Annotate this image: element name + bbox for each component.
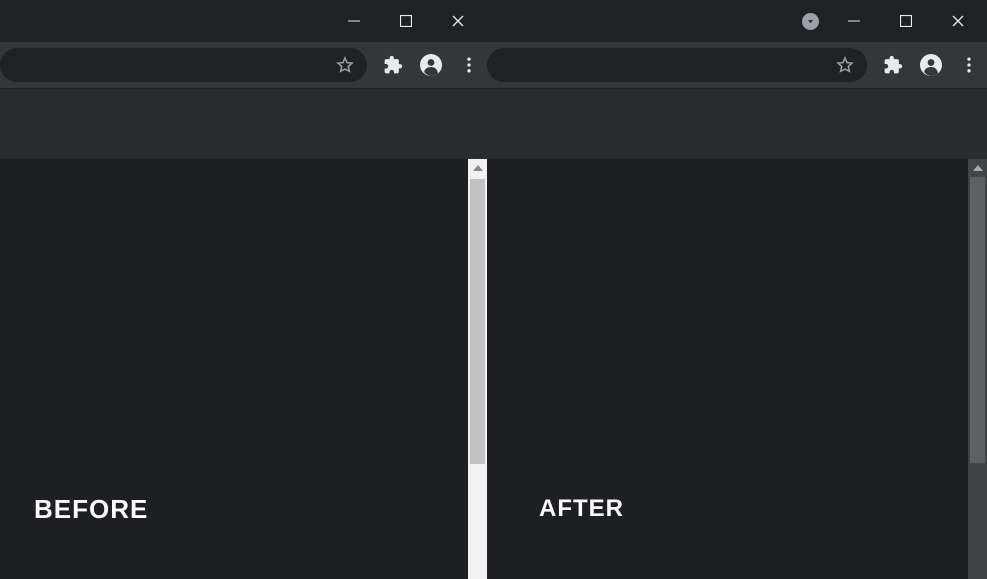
- bookmark-star-icon[interactable]: [333, 53, 357, 77]
- address-bar-left[interactable]: [0, 48, 367, 82]
- scroll-thumb-right[interactable]: [970, 177, 985, 463]
- extensions-icon[interactable]: [381, 53, 405, 77]
- titlebar-right: [487, 0, 987, 42]
- scroll-thumb-left[interactable]: [470, 179, 485, 464]
- toolbar-right: [487, 42, 987, 89]
- scrollbar-left[interactable]: [468, 159, 487, 579]
- window-minimize-button[interactable]: [831, 5, 877, 37]
- toolbar-icons-right: [867, 53, 981, 77]
- window-close-button[interactable]: [935, 5, 981, 37]
- menu-kebab-icon[interactable]: [957, 53, 981, 77]
- scroll-up-arrow-icon[interactable]: [968, 159, 987, 177]
- toolbar-icons-left: [367, 53, 481, 77]
- before-label: BEFORE: [34, 494, 148, 525]
- content-area-right: AFTER: [487, 159, 987, 579]
- bookmark-bar-left: [0, 89, 487, 159]
- window-close-button[interactable]: [435, 5, 481, 37]
- window-maximize-button[interactable]: [383, 5, 429, 37]
- page-right: AFTER: [487, 159, 968, 579]
- profile-avatar-icon[interactable]: [419, 53, 443, 77]
- scrollbar-right[interactable]: [968, 159, 987, 579]
- menu-kebab-icon[interactable]: [457, 53, 481, 77]
- browser-window-left: BEFORE: [0, 0, 487, 579]
- profile-avatar-icon[interactable]: [919, 53, 943, 77]
- after-label: AFTER: [539, 495, 624, 523]
- toolbar-left: [0, 42, 487, 89]
- window-maximize-button[interactable]: [883, 5, 929, 37]
- page-left: BEFORE: [0, 159, 468, 579]
- scroll-up-arrow-icon[interactable]: [468, 159, 487, 177]
- extensions-icon[interactable]: [881, 53, 905, 77]
- address-bar-right[interactable]: [487, 48, 867, 82]
- dropdown-triangle-icon[interactable]: [802, 13, 819, 30]
- bookmark-bar-right: [487, 89, 987, 159]
- window-minimize-button[interactable]: [331, 5, 377, 37]
- content-area-left: BEFORE: [0, 159, 487, 579]
- titlebar-left: [0, 0, 487, 42]
- browser-window-right: AFTER: [487, 0, 987, 579]
- bookmark-star-icon[interactable]: [833, 53, 857, 77]
